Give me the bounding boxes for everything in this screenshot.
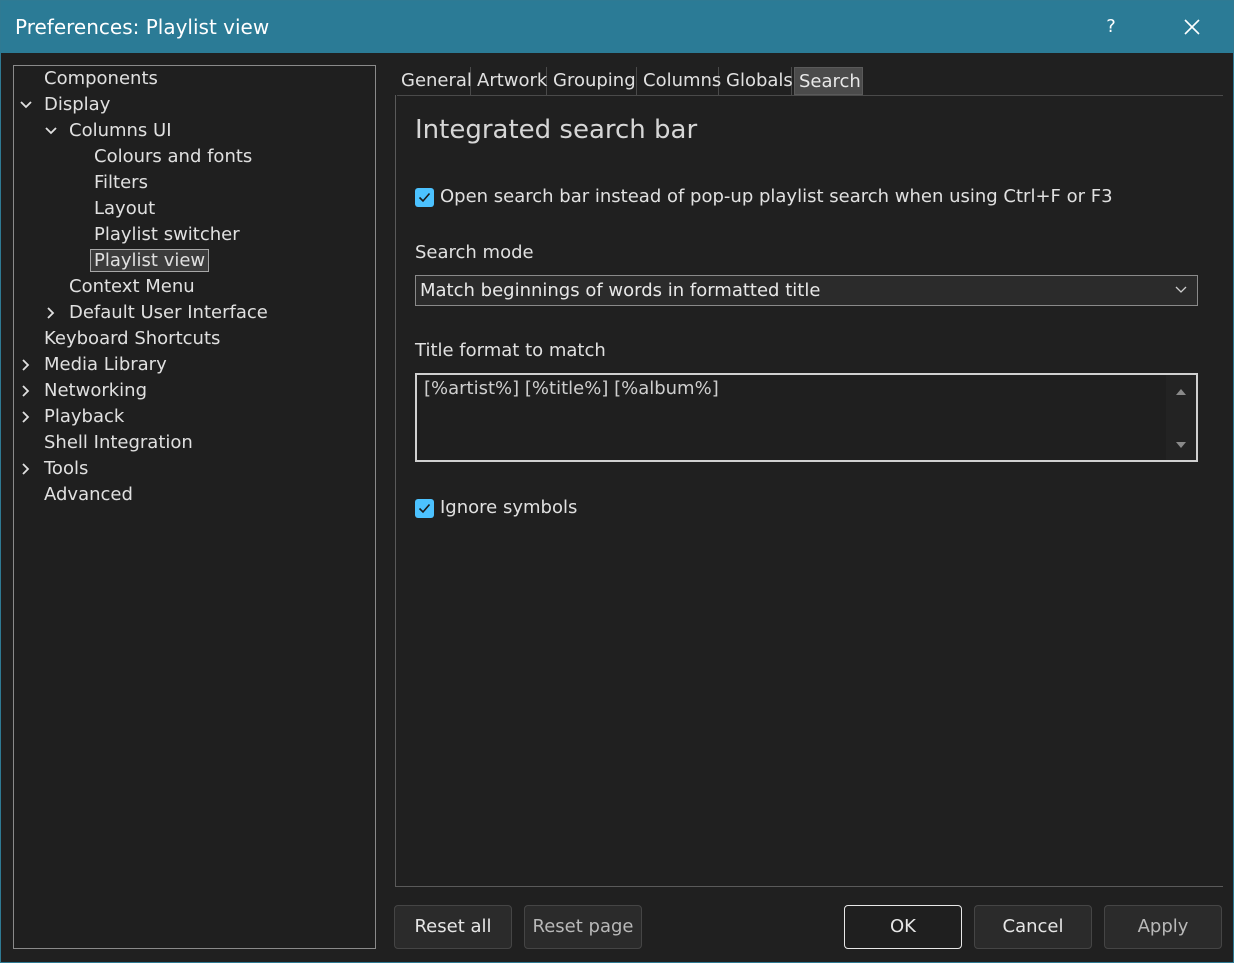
checkmark-icon: [418, 503, 431, 514]
title-format-input[interactable]: [%artist%] [%title%] [%album%]: [415, 373, 1198, 462]
tree-item-label: Layout: [94, 198, 156, 219]
tree-item-label: Playlist switcher: [94, 224, 240, 245]
tree-item-label: Shell Integration: [44, 432, 193, 453]
tree-item-advanced[interactable]: Advanced: [44, 483, 133, 507]
tree-item-label: Playback: [44, 406, 125, 427]
tree-item-label: Colours and fonts: [94, 146, 253, 167]
tab-search[interactable]: Search: [794, 67, 863, 95]
tab-general[interactable]: General: [397, 67, 472, 95]
tree-item-label: Components: [44, 68, 158, 89]
tree-item-colours-and-fonts[interactable]: Colours and fonts: [94, 145, 252, 169]
ignore-symbols-checkbox[interactable]: [415, 499, 434, 518]
tree-item-playback[interactable]: Playback: [19, 405, 124, 429]
ok-button[interactable]: OK: [844, 905, 962, 949]
section-heading: Integrated search bar: [415, 115, 698, 145]
tree-item-context-menu[interactable]: Context Menu: [69, 275, 195, 299]
chevron-right-icon[interactable]: [44, 301, 58, 325]
search-mode-value: Match beginnings of words in formatted t…: [420, 280, 821, 301]
search-mode-select[interactable]: Match beginnings of words in formatted t…: [415, 275, 1198, 306]
chevron-right-icon[interactable]: [19, 353, 33, 377]
apply-button[interactable]: Apply: [1104, 905, 1222, 949]
preferences-tree[interactable]: Components Display Columns UI Colours an…: [13, 65, 376, 949]
open-search-bar-checkbox[interactable]: [415, 188, 434, 207]
title-bar[interactable]: Preferences: Playlist view ?: [1, 1, 1233, 53]
tree-item-playlist-switcher[interactable]: Playlist switcher: [94, 223, 240, 247]
tree-item-media-library[interactable]: Media Library: [19, 353, 167, 377]
chevron-right-icon[interactable]: [19, 379, 33, 403]
preferences-window: Preferences: Playlist view ? Components …: [0, 0, 1234, 963]
tree-item-label: Columns UI: [69, 120, 172, 141]
tree-item-playlist-view[interactable]: Playlist view: [90, 249, 210, 273]
close-icon: [1184, 19, 1200, 35]
title-format-value: [%artist%] [%title%] [%album%]: [424, 378, 719, 399]
scroll-up-icon[interactable]: [1176, 388, 1186, 395]
chevron-right-icon[interactable]: [19, 457, 33, 481]
checkmark-icon: [418, 192, 431, 203]
chevron-down-icon: [1175, 286, 1187, 293]
tab-columns[interactable]: Columns: [639, 67, 721, 95]
tree-item-networking[interactable]: Networking: [19, 379, 147, 403]
tree-item-label: Advanced: [44, 484, 133, 505]
tab-globals[interactable]: Globals: [722, 67, 793, 95]
open-search-bar-label[interactable]: Open search bar instead of pop-up playli…: [440, 186, 1113, 207]
window-title: Preferences: Playlist view: [15, 15, 270, 39]
tree-item-components[interactable]: Components: [44, 67, 158, 91]
chevron-down-icon[interactable]: [19, 93, 33, 117]
tree-item-layout[interactable]: Layout: [94, 197, 155, 221]
tree-item-shell-integration[interactable]: Shell Integration: [44, 431, 193, 455]
chevron-right-icon[interactable]: [19, 405, 33, 429]
tab-grouping[interactable]: Grouping: [549, 67, 637, 95]
tree-item-label: Filters: [94, 172, 148, 193]
tree-item-label: Networking: [44, 380, 147, 401]
chevron-down-icon[interactable]: [44, 119, 58, 143]
help-button[interactable]: ?: [1087, 1, 1135, 53]
close-button[interactable]: [1167, 1, 1217, 53]
tree-item-tools[interactable]: Tools: [19, 457, 88, 481]
tree-item-label: Keyboard Shortcuts: [44, 328, 221, 349]
tree-item-label: Context Menu: [69, 276, 195, 297]
tree-item-filters[interactable]: Filters: [94, 171, 148, 195]
tab-artwork[interactable]: Artwork: [473, 67, 547, 95]
tree-item-columns-ui[interactable]: Columns UI: [44, 119, 172, 143]
ignore-symbols-label[interactable]: Ignore symbols: [440, 497, 577, 518]
tree-item-label: Tools: [44, 458, 89, 479]
tree-item-default-user-interface[interactable]: Default User Interface: [44, 301, 268, 325]
cancel-button[interactable]: Cancel: [974, 905, 1092, 949]
tree-item-display[interactable]: Display: [19, 93, 110, 117]
tree-item-label: Default User Interface: [69, 302, 268, 323]
scroll-down-icon[interactable]: [1176, 442, 1186, 449]
tab-panel: [395, 95, 1223, 887]
tree-item-label: Display: [44, 94, 111, 115]
reset-all-button[interactable]: Reset all: [394, 905, 512, 949]
search-mode-label: Search mode: [415, 242, 534, 263]
textarea-scrollbar[interactable]: [1166, 375, 1196, 460]
tree-item-label: Media Library: [44, 354, 167, 375]
reset-page-button[interactable]: Reset page: [524, 905, 642, 949]
tree-item-label: Playlist view: [90, 249, 210, 272]
tree-item-keyboard-shortcuts[interactable]: Keyboard Shortcuts: [44, 327, 220, 351]
title-format-label: Title format to match: [415, 340, 606, 361]
